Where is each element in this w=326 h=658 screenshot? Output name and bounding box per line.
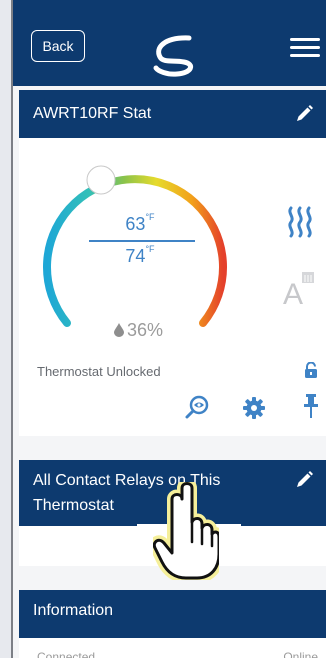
edit-icon[interactable] — [294, 104, 314, 124]
menu-icon[interactable] — [290, 38, 320, 58]
app-screen: Back AWRT10RF Stat 63°F 74°F 36% Thermos… — [13, 0, 326, 658]
back-button[interactable]: Back — [31, 30, 85, 62]
relays-title-line2: Thermostat — [33, 497, 114, 514]
auto-mode-icon[interactable]: A — [282, 272, 316, 308]
relays-card-body — [19, 526, 326, 566]
heat-mode-icon[interactable] — [285, 205, 315, 239]
edit-icon[interactable] — [294, 470, 314, 490]
thermostat-card-header: AWRT10RF Stat — [19, 90, 326, 138]
svg-text:A: A — [283, 278, 303, 308]
relays-card-header[interactable]: All Contact Relays on This Thermostat — [19, 460, 326, 526]
setpoint-low[interactable]: 63°F — [85, 212, 195, 235]
information-row-value: Online — [283, 650, 318, 658]
top-navigation-bar: Back — [13, 0, 326, 86]
information-row: Connected Online — [19, 638, 326, 658]
pin-icon[interactable] — [304, 394, 318, 418]
humidity-readout: 36% — [113, 320, 163, 341]
information-card-header: Information — [19, 590, 326, 638]
logo-icon — [153, 35, 194, 77]
lock-icon[interactable] — [304, 362, 318, 378]
find-icon[interactable] — [184, 394, 210, 420]
thermostat-title: AWRT10RF Stat — [33, 105, 152, 122]
setpoint-high[interactable]: 74°F — [85, 244, 195, 267]
relays-title-line1: All Contact Relays on This — [33, 472, 221, 489]
drop-icon — [114, 323, 124, 337]
information-title: Information — [33, 602, 114, 619]
lock-status-text: Thermostat Unlocked — [37, 364, 161, 379]
gear-icon[interactable] — [243, 397, 265, 419]
information-row-label: Connected — [37, 650, 96, 658]
setpoint-divider — [89, 240, 195, 242]
